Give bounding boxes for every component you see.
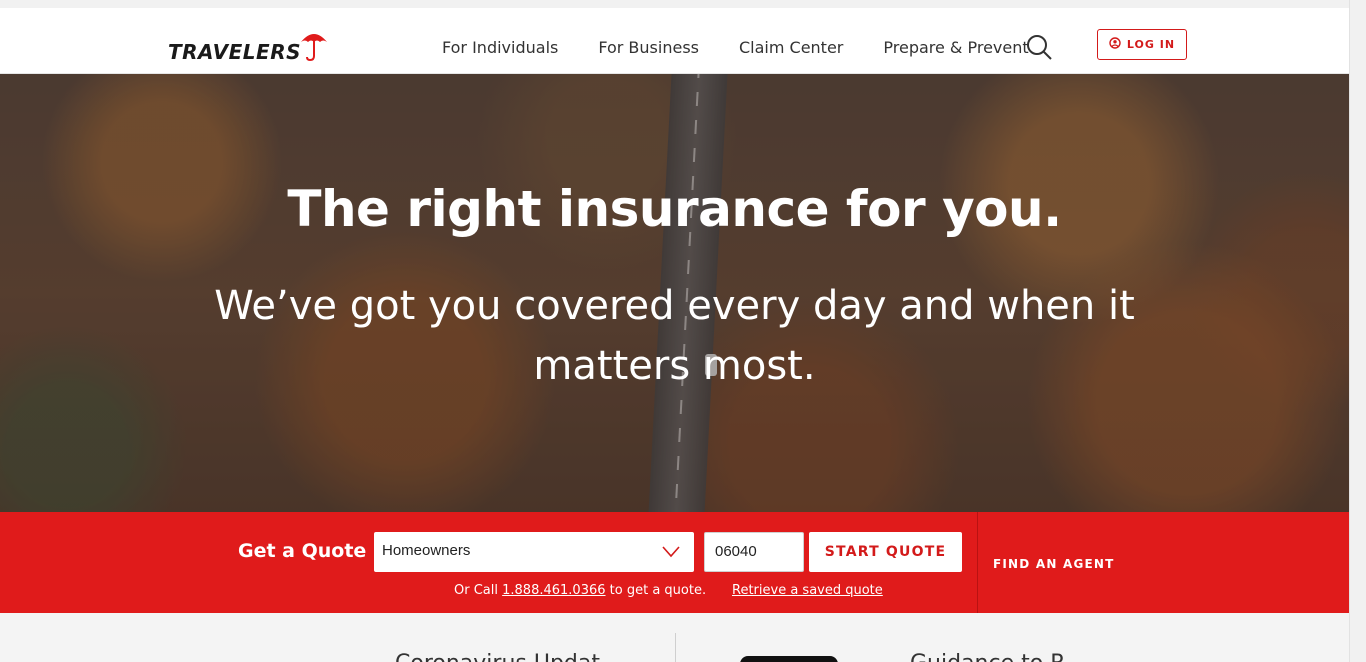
chevron-down-icon — [662, 545, 680, 558]
get-a-quote-label: Get a Quote — [238, 540, 367, 562]
product-select[interactable]: Homeowners — [374, 532, 694, 572]
hero-subtitle: We’ve got you covered every day and when… — [214, 283, 1135, 389]
main-nav: For Individuals For Business Claim Cente… — [442, 38, 1029, 57]
info-section: Coronavirus Updat Guidance to R — [0, 613, 1349, 662]
quote-bar: Get a Quote Homeowners 06040 START QUOTE… — [0, 512, 1349, 613]
start-quote-button[interactable]: START QUOTE — [809, 532, 962, 572]
site-header: TRAVELERS For Individuals For Business C… — [0, 0, 1349, 74]
call-to-quote-text: Or Call 1.888.461.0366 to get a quote. — [454, 583, 706, 598]
find-an-agent-link[interactable]: FIND AN AGENT — [993, 557, 1115, 571]
login-button[interactable]: LOG IN — [1097, 29, 1187, 60]
call-suffix: to get a quote. — [609, 583, 707, 598]
app-store-badge[interactable] — [740, 656, 838, 662]
zip-code-input[interactable]: 06040 — [704, 532, 804, 572]
quote-divider — [977, 512, 978, 613]
search-icon[interactable] — [1025, 33, 1053, 61]
travelers-logo[interactable]: TRAVELERS — [168, 22, 329, 62]
product-select-value: Homeowners — [382, 542, 471, 559]
hero-banner: The right insurance for you. We’ve got y… — [0, 74, 1349, 512]
nav-for-individuals[interactable]: For Individuals — [442, 38, 558, 57]
coronavirus-updates-heading: Coronavirus Updat — [395, 651, 600, 662]
guidance-heading: Guidance to R — [910, 651, 1065, 662]
hero-title: The right insurance for you. — [287, 180, 1062, 238]
login-label: LOG IN — [1126, 38, 1176, 51]
section-divider — [675, 633, 676, 662]
vertical-scrollbar[interactable] — [1349, 0, 1366, 662]
call-prefix: Or Call — [454, 583, 498, 598]
nav-claim-center[interactable]: Claim Center — [739, 38, 843, 57]
logo-wordmark: TRAVELERS — [168, 40, 302, 64]
nav-prepare-prevent[interactable]: Prepare & Prevent — [883, 38, 1028, 57]
nav-for-business[interactable]: For Business — [598, 38, 699, 57]
retrieve-saved-quote-link[interactable]: Retrieve a saved quote — [732, 583, 883, 598]
user-circle-icon — [1109, 37, 1121, 52]
umbrella-icon — [299, 28, 329, 62]
page: TRAVELERS For Individuals For Business C… — [0, 0, 1366, 662]
phone-link[interactable]: 1.888.461.0366 — [502, 583, 605, 598]
